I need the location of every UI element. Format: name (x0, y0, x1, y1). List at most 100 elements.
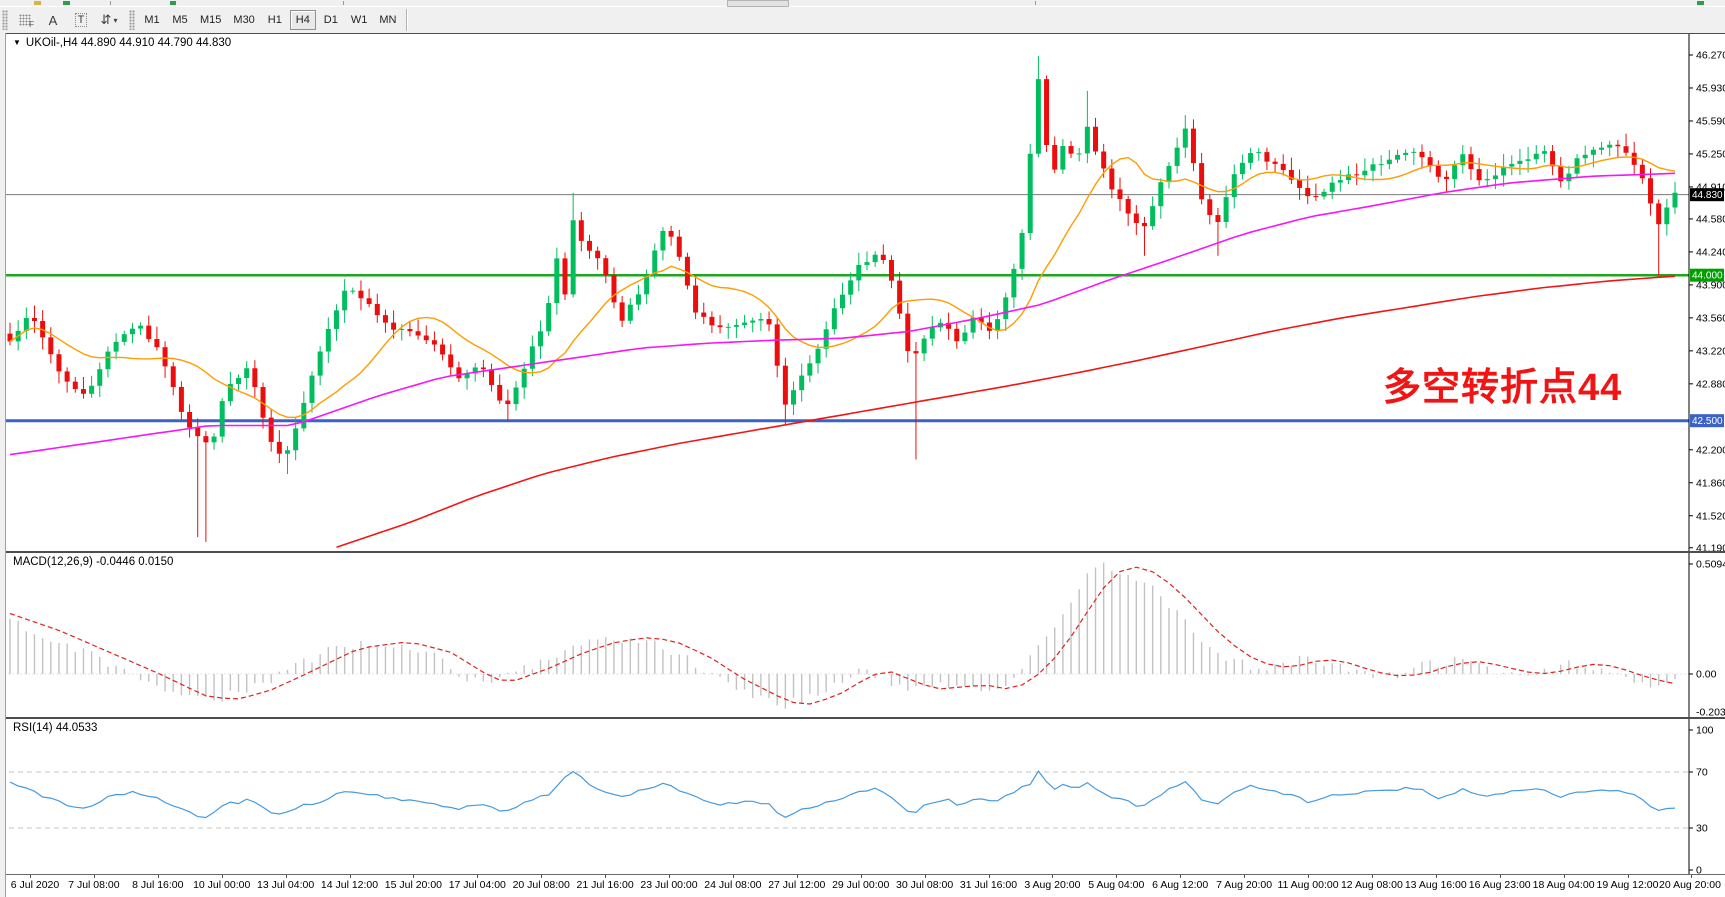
time-axis-tick (30, 875, 31, 878)
time-axis-label: 13 Jul 04:00 (257, 879, 314, 891)
time-axis-label: 16 Aug 23:00 (1469, 879, 1531, 891)
timeframe-button-w1[interactable]: W1 (346, 10, 373, 30)
time-axis-label: 8 Jul 16:00 (132, 879, 183, 891)
time-axis-label: 14 Jul 12:00 (321, 879, 378, 891)
time-axis-tick (1564, 875, 1565, 878)
text-tool-button[interactable]: A (40, 9, 66, 31)
timeframe-button-d1[interactable]: D1 (318, 10, 344, 30)
time-axis-tick (1372, 875, 1373, 878)
arrows-tool-button[interactable]: ⇵ ▾ (96, 9, 122, 31)
time-axis-tick (1500, 875, 1501, 878)
time-axis-tick (286, 875, 287, 878)
svg-text:42.880: 42.880 (1696, 378, 1725, 390)
time-axis-label: 13 Aug 16:00 (1405, 879, 1467, 891)
svg-text:41.520: 41.520 (1696, 510, 1725, 522)
clipped-pressed-button (727, 0, 789, 7)
timeframe-button-h4[interactable]: H4 (290, 10, 316, 30)
svg-text:44.830: 44.830 (1692, 190, 1723, 201)
time-axis-tick (541, 875, 542, 878)
time-axis-tick (861, 875, 862, 878)
toolbar-grip-handle[interactable] (129, 10, 135, 30)
time-axis-tick (1436, 875, 1437, 878)
svg-text:43.220: 43.220 (1696, 345, 1725, 357)
svg-text:45.590: 45.590 (1696, 115, 1725, 127)
svg-text:70: 70 (1696, 767, 1708, 779)
svg-text:0.00: 0.00 (1696, 669, 1717, 681)
svg-text:44.580: 44.580 (1696, 213, 1725, 225)
time-axis-label: 23 Jul 00:00 (640, 879, 697, 891)
svg-text:30: 30 (1696, 823, 1708, 835)
time-axis-label: 15 Jul 20:00 (385, 879, 442, 891)
time-axis-tick (1180, 875, 1181, 878)
arrows-icon: ⇵ (101, 12, 112, 28)
time-axis-tick (413, 875, 414, 878)
text-tool-icon: A (49, 13, 58, 28)
time-axis-label: 30 Jul 08:00 (896, 879, 953, 891)
time-axis-label: 3 Aug 20:00 (1024, 879, 1080, 891)
time-axis-tick (989, 875, 990, 878)
chart-annotation-text: 多空转折点44 (1383, 356, 1622, 411)
time-axis-label: 17 Jul 04:00 (449, 879, 506, 891)
time-axis[interactable]: 6 Jul 2020 7 Jul 08:00 8 Jul 16:00 10 Jul 0… (5, 874, 1725, 897)
clipped-separator (110, 1, 111, 5)
time-axis-tick (222, 875, 223, 878)
svg-text:0.5094: 0.5094 (1696, 559, 1725, 571)
dropdown-caret-icon: ▾ (113, 16, 117, 25)
time-axis-label: 12 Aug 08:00 (1341, 879, 1403, 891)
time-axis-label: 24 Jul 08:00 (704, 879, 761, 891)
timeframe-button-m1[interactable]: M1 (139, 10, 165, 30)
time-axis-label: 11 Aug 00:00 (1277, 879, 1338, 891)
toolbar-separator (406, 9, 408, 31)
svg-text:45.250: 45.250 (1696, 148, 1725, 160)
time-axis-tick (477, 875, 478, 878)
timeframe-button-m30[interactable]: M30 (228, 10, 259, 30)
tool-f-label: F (29, 20, 34, 29)
rsi-canvas[interactable]: 10070300 (0, 719, 1725, 876)
svg-text:46.270: 46.270 (1696, 50, 1725, 62)
timeframe-button-m15[interactable]: M15 (195, 10, 226, 30)
svg-text:45.930: 45.930 (1696, 82, 1725, 94)
symbol-dropdown-icon[interactable]: ▼ (13, 38, 21, 47)
time-axis-tick (1244, 875, 1245, 878)
toolbar-grip-handle[interactable] (2, 10, 8, 30)
clipped-separator (343, 1, 344, 5)
macd-indicator-panel[interactable]: 0.50940.00-0.2032 MACD(12,26,9) -0.0446 … (5, 551, 1725, 719)
time-axis-label: 29 Jul 00:00 (832, 879, 889, 891)
time-axis-tick (797, 875, 798, 878)
time-axis-tick (350, 875, 351, 878)
textbox-tool-button[interactable]: T (68, 9, 94, 31)
time-axis-label: 18 Aug 04:00 (1533, 879, 1595, 891)
time-axis-tick (733, 875, 734, 878)
timeframe-button-mn[interactable]: MN (374, 10, 401, 30)
main-chart-panel[interactable]: 46.27045.93045.59045.25044.91044.58044.2… (5, 33, 1725, 552)
time-axis-tick (1052, 875, 1053, 878)
clipped-icon (34, 1, 41, 5)
time-axis-label: 19 Aug 12:00 (1597, 879, 1659, 891)
main-chart-canvas[interactable]: 46.27045.93045.59045.25044.91044.58044.2… (0, 34, 1725, 552)
time-axis-label: 7 Aug 20:00 (1216, 879, 1272, 891)
clipped-icon (1697, 1, 1704, 5)
mt4-terminal-window: { "toolbar": { "tools": [ {"name": "indi… (0, 0, 1725, 897)
clipped-icon (170, 1, 176, 5)
macd-canvas[interactable]: 0.50940.00-0.2032 (0, 553, 1725, 719)
timeframe-button-h1[interactable]: H1 (262, 10, 288, 30)
timeframe-button-m5[interactable]: M5 (167, 10, 193, 30)
time-axis-tick (669, 875, 670, 878)
svg-text:44.000: 44.000 (1692, 271, 1723, 282)
time-axis-tick (1308, 875, 1309, 878)
macd-label: MACD(12,26,9) -0.0446 0.0150 (13, 556, 173, 568)
time-axis-label: 6 Aug 12:00 (1152, 879, 1208, 891)
time-axis-label: 27 Jul 12:00 (768, 879, 825, 891)
textbox-tool-icon: T (75, 13, 88, 27)
crosshair-grid-tool-button[interactable]: F (12, 9, 38, 31)
time-axis-label: 20 Aug 20:00 (1659, 879, 1721, 891)
clipped-separator (1035, 1, 1036, 5)
time-axis-label: 20 Jul 08:00 (513, 879, 570, 891)
rsi-label: RSI(14) 44.0533 (13, 722, 97, 734)
rsi-indicator-panel[interactable]: 10070300 RSI(14) 44.0533 (5, 717, 1725, 876)
svg-text:42.200: 42.200 (1696, 444, 1725, 456)
time-axis-label: 10 Jul 00:00 (193, 879, 250, 891)
time-axis-label: 7 Jul 08:00 (68, 879, 119, 891)
time-axis-tick (158, 875, 159, 878)
time-axis-label: 6 Jul 2020 (11, 879, 59, 891)
